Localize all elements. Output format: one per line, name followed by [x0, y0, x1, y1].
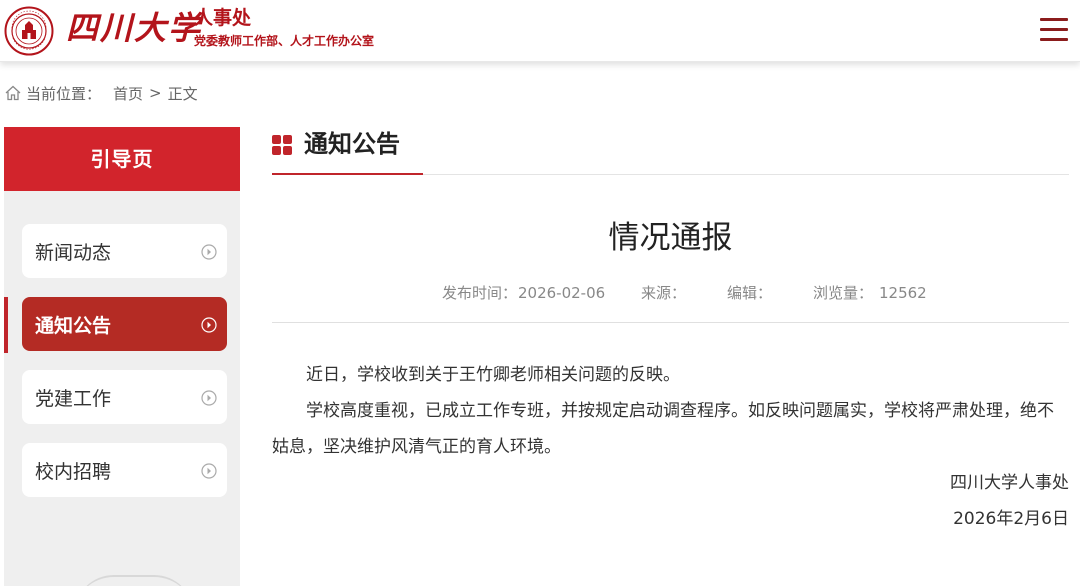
university-seal-icon[interactable]	[4, 6, 54, 56]
section-title: 通知公告	[304, 130, 400, 158]
sidebar-item-party-building[interactable]: 党建工作	[22, 370, 227, 424]
article-sign-date: 2026年2月6日	[953, 509, 1069, 529]
sidebar-active-indicator	[4, 297, 8, 353]
sidebar-item-notices[interactable]: 通知公告	[22, 297, 227, 351]
article-meta: 发布时间： 2026-02-06 来源： 编辑： 浏览量： 12562	[272, 282, 1069, 304]
chevron-right-circle-icon	[201, 244, 217, 260]
chevron-right-circle-icon	[201, 390, 217, 406]
breadcrumb: 当前位置： 首页 > 正文	[4, 82, 198, 104]
source-label: 来源：	[641, 284, 687, 302]
home-icon	[5, 85, 21, 101]
department-title[interactable]: 人事处	[194, 7, 251, 29]
article-signature: 四川大学人事处	[950, 473, 1069, 493]
article-paragraph: 学校高度重视，已成立工作专班，并按规定启动调查程序。如反映问题属实，学校将严肃处…	[272, 401, 1054, 457]
university-name[interactable]: 四川大学	[66, 6, 202, 50]
sidebar: 引导页 新闻动态 通知公告 党建工作 校内招聘	[4, 127, 240, 586]
sidebar-item-recruitment[interactable]: 校内招聘	[22, 443, 227, 497]
sidebar-decoration	[74, 575, 194, 586]
views-count: 12562	[879, 284, 927, 302]
meta-divider	[272, 322, 1069, 323]
views-label: 浏览量：	[813, 284, 874, 302]
breadcrumb-current: 正文	[167, 84, 198, 103]
breadcrumb-home-link[interactable]: 首页	[113, 83, 143, 104]
sidebar-item-news[interactable]: 新闻动态	[22, 224, 227, 278]
breadcrumb-prefix: 当前位置：	[26, 84, 102, 103]
sidebar-item-label: 新闻动态	[35, 241, 112, 264]
section-title-underline	[272, 173, 423, 175]
hamburger-menu-icon[interactable]	[1040, 18, 1068, 42]
sidebar-heading: 引导页	[4, 127, 240, 191]
chevron-right-circle-icon	[201, 317, 217, 333]
publish-time-label: 发布时间：	[442, 284, 518, 302]
editor-label: 编辑：	[727, 284, 773, 302]
article-title: 情况通报	[608, 220, 733, 256]
publish-time-value: 2026-02-06	[518, 284, 606, 302]
article-paragraph: 近日，学校收到关于王竹卿老师相关问题的反映。	[306, 365, 680, 385]
chevron-right-circle-icon	[201, 463, 217, 479]
grid-blocks-icon	[272, 135, 292, 155]
section-header: 通知公告	[272, 127, 1069, 175]
breadcrumb-separator: >	[149, 84, 162, 102]
sidebar-item-label: 党建工作	[35, 387, 112, 410]
sidebar-item-label: 通知公告	[35, 314, 112, 337]
sidebar-item-label: 校内招聘	[35, 460, 112, 483]
site-header: 四川大学 人事处 党委教师工作部、人才工作办公室	[0, 0, 1080, 62]
department-subtitle: 党委教师工作部、人才工作办公室	[194, 34, 375, 48]
